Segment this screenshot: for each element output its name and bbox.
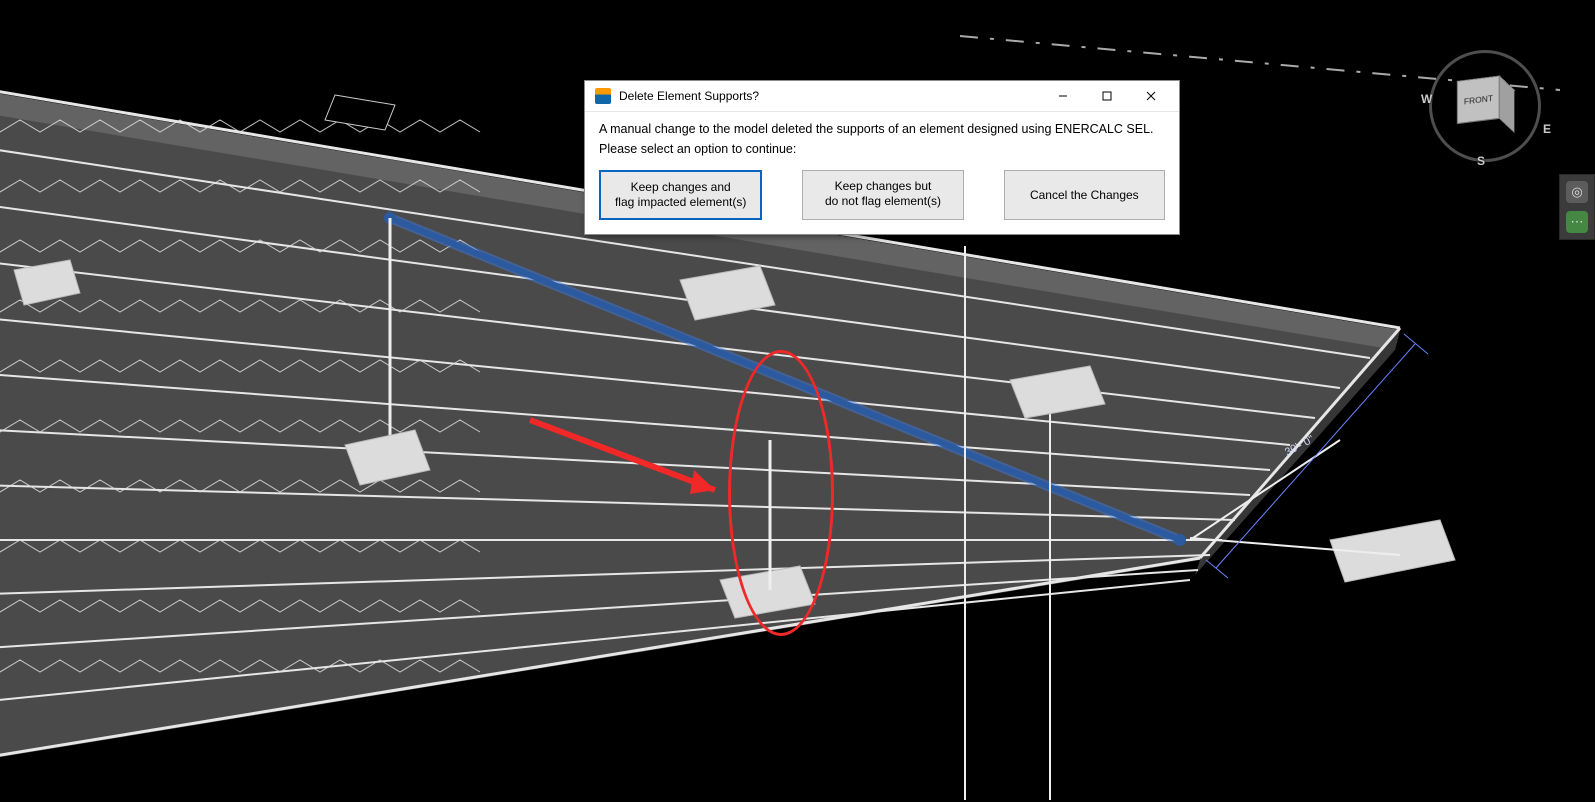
wheel-icon[interactable]: ◎ xyxy=(1566,181,1588,203)
dialog-titlebar[interactable]: Delete Element Supports? xyxy=(585,81,1179,112)
maximize-button[interactable] xyxy=(1085,82,1129,110)
viewcube[interactable]: FRONT TOP W E S xyxy=(1449,70,1521,142)
keep-no-flag-button[interactable]: Keep changes but do not flag element(s) xyxy=(802,170,963,220)
navigation-bar: ◎ ⋯ xyxy=(1559,174,1595,240)
compass-w: W xyxy=(1421,92,1432,106)
dialog-title: Delete Element Supports? xyxy=(619,89,1041,103)
cancel-button[interactable]: Cancel the Changes xyxy=(1004,170,1165,220)
keep-and-flag-button[interactable]: Keep changes and flag impacted element(s… xyxy=(599,170,762,220)
dialog-message-2: Please select an option to continue: xyxy=(599,142,1165,156)
annotation-circle xyxy=(728,350,834,636)
compass-s: S xyxy=(1477,154,1485,168)
minimize-button[interactable] xyxy=(1041,82,1085,110)
options-icon[interactable]: ⋯ xyxy=(1566,211,1588,233)
close-button[interactable] xyxy=(1129,82,1173,110)
delete-supports-dialog: Delete Element Supports? A manual change… xyxy=(584,80,1180,235)
enercalc-icon xyxy=(595,88,611,104)
compass-e: E xyxy=(1543,122,1551,136)
dialog-message-1: A manual change to the model deleted the… xyxy=(599,122,1165,136)
viewcube-front[interactable]: FRONT xyxy=(1457,75,1500,124)
